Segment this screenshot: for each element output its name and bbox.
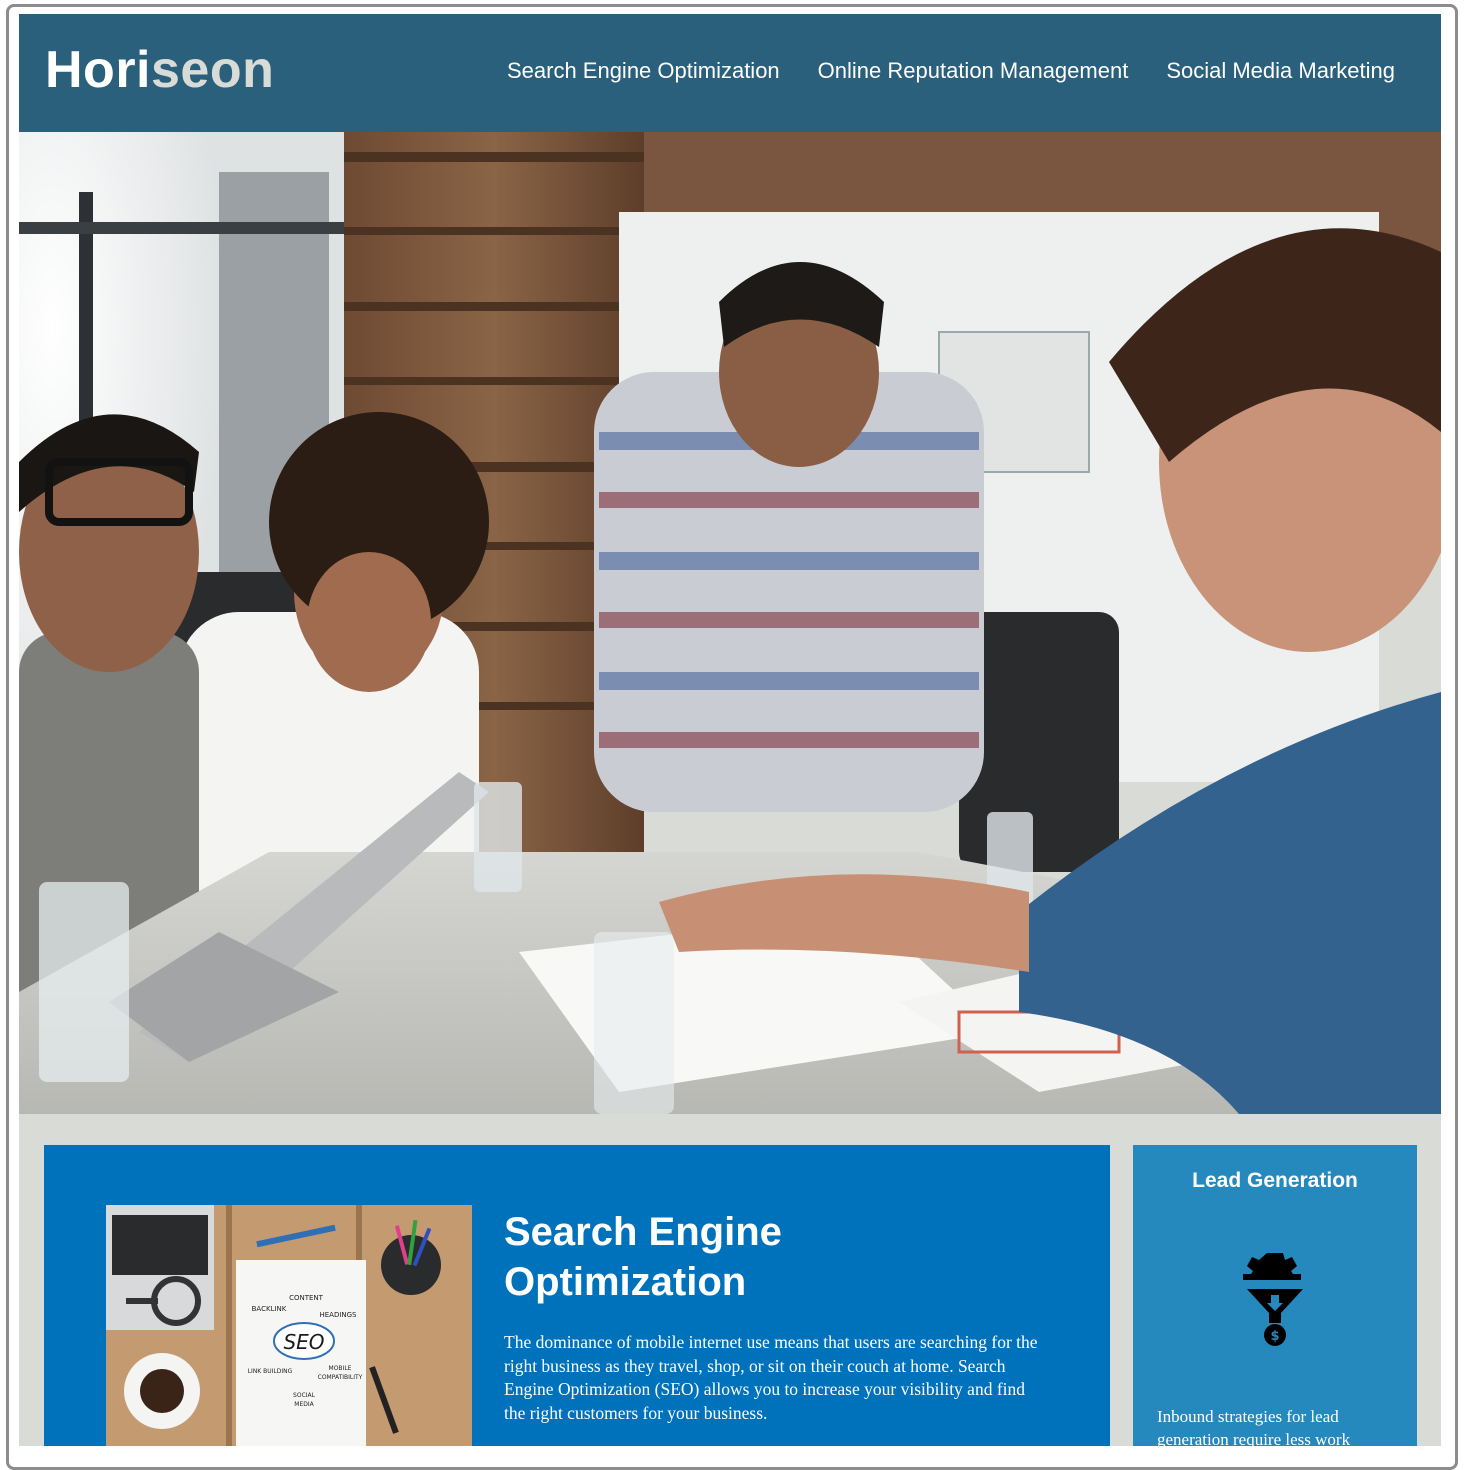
logo-text-main: Hori — [45, 41, 151, 99]
lead-title: Lead Generation — [1192, 1169, 1358, 1192]
hero-photo — [19, 132, 1441, 1114]
seo-text: The dominance of mobile internet use mea… — [504, 1332, 1038, 1423]
page: Horiseon Search Engine Optimization Onli… — [19, 14, 1441, 1446]
seo-image-center-label: SEO — [283, 1330, 324, 1354]
seo-image-backlink-label: BACKLINK — [252, 1305, 287, 1313]
site-logo[interactable]: Horiseon — [45, 40, 274, 100]
seo-image-linkbuilding-label: LINK BUILDING — [248, 1368, 293, 1375]
seo-section: SEO CONTENT BACKLINK HEADINGS LINK BUILD… — [44, 1145, 1110, 1446]
seo-image-social-label: SOCIAL — [293, 1392, 316, 1399]
lead-funnel-icon: $ — [1243, 1251, 1307, 1352]
seo-image-media-label: MEDIA — [294, 1401, 314, 1408]
seo-image-compatibility-label: COMPATIBILITY — [318, 1374, 363, 1381]
seo-illustration: SEO CONTENT BACKLINK HEADINGS LINK BUILD… — [106, 1205, 472, 1446]
nav-link-reputation[interactable]: Online Reputation Management — [818, 58, 1129, 84]
site-header: Horiseon Search Engine Optimization Onli… — [19, 14, 1441, 132]
seo-image-content-label: CONTENT — [289, 1294, 324, 1302]
main-nav: Search Engine Optimization Online Reputa… — [507, 58, 1395, 84]
nav-link-social[interactable]: Social Media Marketing — [1166, 58, 1395, 84]
seo-image-mobile-label: MOBILE — [329, 1365, 352, 1372]
lead-text: Inbound strategies for lead generation r… — [1157, 1407, 1351, 1446]
seo-image: SEO CONTENT BACKLINK HEADINGS LINK BUILD… — [106, 1205, 472, 1446]
lead-generation-card: Lead Generation $ Inbound strategies for… — [1133, 1145, 1417, 1446]
logo-text-accent: seon — [151, 41, 275, 99]
nav-link-seo[interactable]: Search Engine Optimization — [507, 58, 780, 84]
seo-title: Search Engine Optimization — [504, 1210, 782, 1304]
seo-image-headings-label: HEADINGS — [319, 1311, 357, 1319]
hero-image — [19, 132, 1441, 1114]
svg-text:$: $ — [1270, 1329, 1279, 1344]
